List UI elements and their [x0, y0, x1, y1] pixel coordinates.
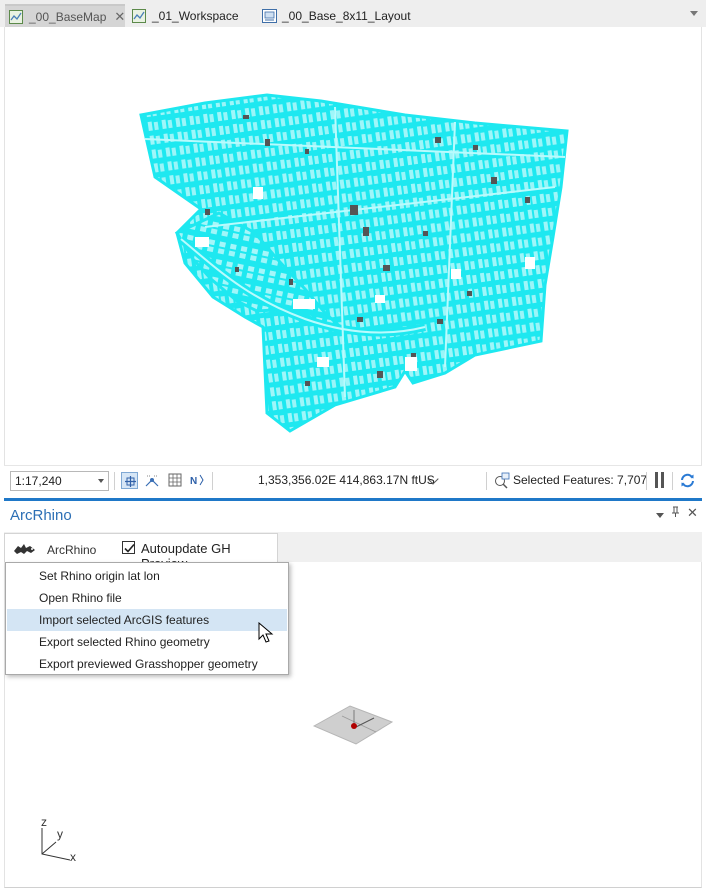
grid-icon[interactable]	[167, 472, 184, 489]
menu-item-import-arcgis[interactable]: Import selected ArcGIS features	[7, 609, 287, 631]
rhino-ground-plane	[312, 705, 394, 745]
parcel-features-map	[139, 93, 569, 433]
zoom-to-selected-icon[interactable]	[493, 472, 510, 489]
map-status-bar: 1:17,240 N 1,353,356.02E 414,863.17N ftU…	[4, 465, 702, 495]
menu-item-open-rhino-file[interactable]: Open Rhino file	[6, 587, 288, 609]
z-axis-label: z	[41, 815, 47, 829]
close-icon[interactable]: ✕	[114, 9, 125, 25]
autoupdate-checkbox[interactable]	[122, 541, 135, 554]
snapping-icon[interactable]	[144, 472, 161, 489]
pause-drawing-icon[interactable]	[654, 472, 665, 488]
menu-item-export-grasshopper[interactable]: Export previewed Grasshopper geometry	[6, 653, 288, 675]
scale-value: 1:17,240	[15, 474, 62, 488]
tab-layout[interactable]: _00_Base_8x11_Layout	[262, 4, 411, 27]
origin-point	[351, 723, 357, 729]
pane-options-chevron-icon[interactable]	[656, 510, 664, 522]
grid-snap-icon[interactable]	[121, 472, 138, 489]
scale-selector[interactable]: 1:17,240	[10, 471, 109, 491]
map-view[interactable]	[4, 27, 702, 465]
arcrhino-label: ArcRhino	[47, 543, 97, 557]
map-icon	[132, 8, 146, 23]
tab-workspace[interactable]: _01_Workspace	[132, 4, 239, 27]
rhino-icon	[13, 541, 37, 557]
tab-basemap[interactable]: _00_BaseMap ✕	[5, 4, 125, 27]
divider	[212, 472, 213, 490]
menu-item-set-origin[interactable]: Set Rhino origin lat lon	[6, 565, 288, 587]
north-arrow-icon[interactable]: N	[189, 472, 206, 489]
close-icon[interactable]: ✕	[687, 505, 698, 521]
chevron-down-icon	[98, 479, 104, 483]
pane-header: ArcRhino ✕	[4, 501, 702, 530]
tab-label: _00_Base_8x11_Layout	[282, 8, 411, 23]
mouse-cursor-icon	[258, 622, 274, 643]
selected-features-count: Selected Features: 7,707	[513, 473, 648, 487]
tab-label: _00_BaseMap	[29, 9, 107, 24]
divider	[672, 472, 673, 490]
arcrhino-menu-button[interactable]: ArcRhino Autoupdate GH Preview	[4, 533, 278, 571]
map-tab-strip: _00_BaseMap ✕ _01_Workspace _00_Base_8x1…	[0, 0, 706, 27]
svg-text:N: N	[190, 476, 197, 487]
map-icon	[9, 9, 23, 24]
pin-icon[interactable]	[671, 506, 680, 521]
y-axis-label: y	[57, 827, 63, 841]
divider	[646, 472, 647, 490]
divider	[114, 472, 115, 490]
divider	[486, 472, 487, 490]
axis-indicator: z y x	[34, 814, 84, 868]
menu-item-export-rhino[interactable]: Export selected Rhino geometry	[6, 631, 288, 653]
tab-overflow-chevron-icon[interactable]	[690, 11, 698, 16]
x-axis-label: x	[70, 850, 76, 864]
pane-title: ArcRhino	[10, 507, 72, 524]
layout-icon	[262, 8, 277, 23]
refresh-icon[interactable]	[679, 472, 696, 489]
coordinate-readout: 1,353,356.02E 414,863.17N ftUS	[258, 473, 435, 487]
arcrhino-dropdown-menu: Set Rhino origin lat lon Open Rhino file…	[5, 562, 289, 675]
pane-toolbar: ArcRhino Autoupdate GH Preview	[4, 532, 702, 571]
tab-label: _01_Workspace	[152, 8, 239, 23]
